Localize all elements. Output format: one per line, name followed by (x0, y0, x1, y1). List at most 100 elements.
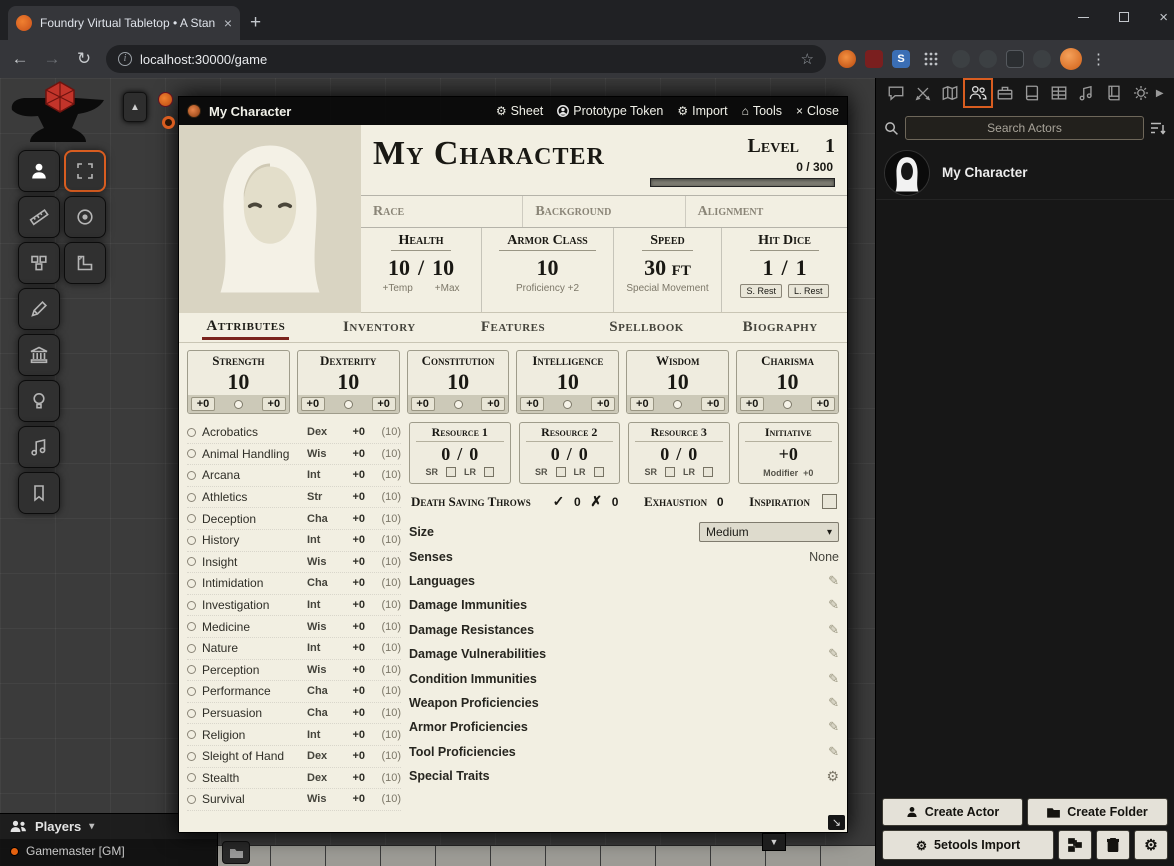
skill-row[interactable]: Perception Wis +0 (10) (187, 660, 401, 682)
skill-row[interactable]: Sleight of Hand Dex +0 (10) (187, 746, 401, 768)
edit-icon[interactable]: ✎ (828, 719, 839, 735)
inspiration-checkbox[interactable] (822, 494, 837, 509)
lr-checkbox[interactable] (703, 467, 713, 477)
extension-icon-1[interactable] (952, 50, 970, 68)
actor-name[interactable]: My Character (942, 165, 1028, 180)
skill-row[interactable]: Insight Wis +0 (10) (187, 552, 401, 574)
tab-settings-icon[interactable] (1129, 81, 1153, 105)
skill-name[interactable]: Survival (202, 792, 301, 806)
tab-combat-icon[interactable] (911, 81, 935, 105)
character-name[interactable]: My Character (373, 135, 650, 173)
skill-name[interactable]: Investigation (202, 598, 301, 612)
skill-name[interactable]: Nature (202, 641, 301, 655)
ability-save[interactable]: +0 (811, 397, 835, 411)
scroll-down-button[interactable]: ▼ (762, 833, 786, 851)
resource-max[interactable]: 0 (688, 444, 697, 465)
skill-proficiency-toggle-icon[interactable] (187, 514, 196, 523)
skill-name[interactable]: Sleight of Hand (202, 749, 301, 763)
bookmark-star-icon[interactable]: ☆ (801, 50, 814, 68)
import-button[interactable]: ⚙ Import (677, 104, 727, 118)
skill-proficiency-toggle-icon[interactable] (187, 622, 196, 631)
ability-score[interactable]: 10 (188, 369, 289, 395)
hp-tempmax-label[interactable]: +Max (435, 283, 460, 294)
tool-drawings[interactable] (18, 288, 60, 330)
tools-button[interactable]: ⌂ Tools (742, 104, 782, 118)
tool-lighting[interactable] (18, 380, 60, 422)
ability-save[interactable]: +0 (481, 397, 505, 411)
skill-proficiency-toggle-icon[interactable] (187, 644, 196, 653)
size-select[interactable]: Medium ▾ (699, 522, 839, 542)
window-titlebar[interactable]: My Character ⚙ Sheet Prototype Token ⚙ I… (179, 97, 847, 125)
skill-row[interactable]: Performance Cha +0 (10) (187, 681, 401, 703)
ability-score[interactable]: 10 (627, 369, 728, 395)
skill-name[interactable]: Insight (202, 555, 301, 569)
skill-proficiency-toggle-icon[interactable] (187, 601, 196, 610)
tool-target[interactable] (64, 196, 106, 238)
save-proficiency-toggle-icon[interactable] (673, 400, 682, 409)
hd-current[interactable]: 1 (762, 255, 773, 281)
senses-value[interactable]: None (809, 550, 839, 564)
tab-compendium-icon[interactable] (1102, 81, 1126, 105)
resource-value[interactable]: 0 (660, 444, 669, 465)
hp-temp-label[interactable]: +Temp (382, 283, 412, 294)
level-value[interactable]: 1 (825, 135, 835, 158)
ability-block[interactable]: Constitution 10 +0 +0 (407, 350, 510, 414)
skill-name[interactable]: Athletics (202, 490, 301, 504)
special-traits-gear-icon[interactable]: ⚙ (826, 768, 839, 785)
extension-icon-orange[interactable] (838, 50, 856, 68)
special-movement-label[interactable]: Special Movement (626, 283, 708, 294)
ability-block[interactable]: Intelligence 10 +0 +0 (516, 350, 619, 414)
ability-block[interactable]: Strength 10 +0 +0 (187, 350, 290, 414)
ability-score[interactable]: 10 (408, 369, 509, 395)
ability-score[interactable]: 10 (298, 369, 399, 395)
sr-checkbox[interactable] (446, 467, 456, 477)
save-proficiency-toggle-icon[interactable] (563, 400, 572, 409)
ac-value[interactable]: 10 (537, 255, 559, 281)
resource-value[interactable]: 0 (441, 444, 450, 465)
sidebar-collapse-icon[interactable]: ▶ (1156, 88, 1168, 99)
skill-proficiency-toggle-icon[interactable] (187, 428, 196, 437)
tool-measure-template[interactable] (64, 242, 106, 284)
skill-name[interactable]: Performance (202, 684, 301, 698)
save-proficiency-toggle-icon[interactable] (783, 400, 792, 409)
ability-block[interactable]: Wisdom 10 +0 +0 (626, 350, 729, 414)
skill-row[interactable]: Stealth Dex +0 (10) (187, 768, 401, 790)
tab-chat-icon[interactable] (884, 81, 908, 105)
ability-save[interactable]: +0 (591, 397, 615, 411)
skill-proficiency-toggle-icon[interactable] (187, 665, 196, 674)
skill-row[interactable]: Religion Int +0 (10) (187, 724, 401, 746)
tool-walls[interactable] (18, 334, 60, 376)
death-failure-count[interactable]: 0 (608, 495, 622, 509)
forward-button[interactable]: → (42, 49, 62, 69)
ability-block[interactable]: Charisma 10 +0 +0 (736, 350, 839, 414)
edit-icon[interactable]: ✎ (828, 744, 839, 760)
tab-attributes[interactable]: Attributes (179, 316, 313, 340)
hd-max[interactable]: 1 (796, 255, 807, 281)
skill-proficiency-toggle-icon[interactable] (187, 557, 196, 566)
initiative-modifier[interactable]: +0 (803, 468, 813, 478)
actor-avatar[interactable] (884, 150, 930, 196)
browser-tab[interactable]: Foundry Virtual Tabletop • A Stan × (8, 6, 240, 40)
create-folder-button[interactable]: Create Folder (1027, 798, 1168, 826)
save-proficiency-toggle-icon[interactable] (344, 400, 353, 409)
hotbar-folder-button[interactable] (222, 841, 250, 864)
death-success-count[interactable]: 0 (570, 495, 584, 509)
save-proficiency-toggle-icon[interactable] (454, 400, 463, 409)
tab-features[interactable]: Features (446, 317, 580, 338)
sr-checkbox[interactable] (556, 467, 566, 477)
edit-icon[interactable]: ✎ (828, 671, 839, 687)
browser-menu-icon[interactable]: ⋮ (1091, 50, 1106, 68)
resource-box[interactable]: Resource 1 0 / 0 SR LR (409, 422, 511, 484)
extension-icon-2[interactable] (979, 50, 997, 68)
controls-collapse-button[interactable]: ▲ (123, 92, 147, 122)
tab-biography[interactable]: Biography (713, 317, 847, 338)
background-field[interactable]: Background (522, 196, 684, 227)
resource-box[interactable]: Resource 3 0 / 0 SR LR (628, 422, 730, 484)
sheet-config-button[interactable]: ⚙ Sheet (496, 104, 543, 118)
tab-items-icon[interactable] (993, 81, 1017, 105)
skill-proficiency-toggle-icon[interactable] (187, 730, 196, 739)
skill-name[interactable]: Deception (202, 512, 301, 526)
window-minimize-button[interactable] (1078, 17, 1089, 18)
skill-row[interactable]: Animal Handling Wis +0 (10) (187, 444, 401, 466)
tab-tables-icon[interactable] (1047, 81, 1071, 105)
